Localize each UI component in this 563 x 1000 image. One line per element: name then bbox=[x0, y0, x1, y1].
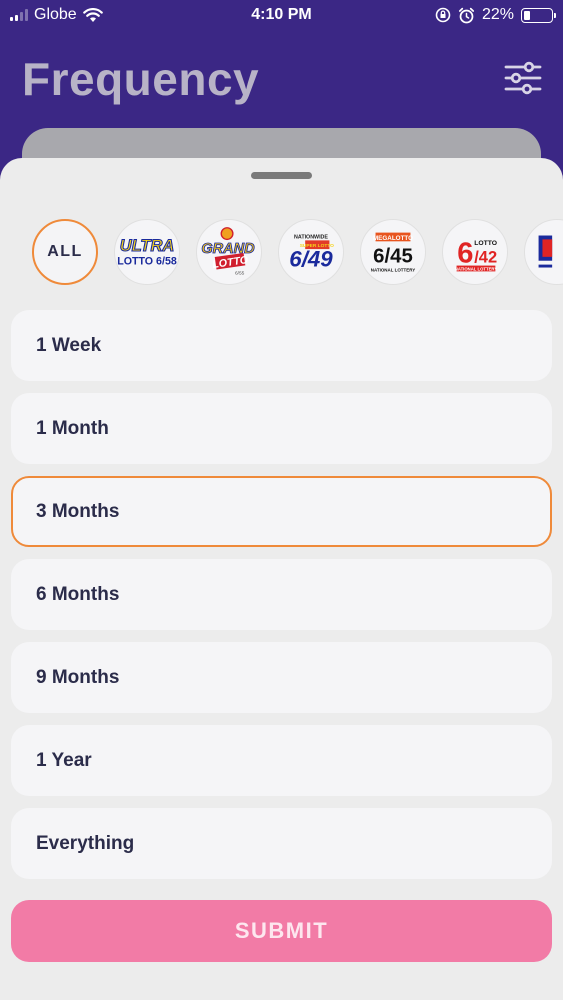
period-label: 1 Month bbox=[36, 417, 109, 439]
period-option-everything[interactable]: Everything bbox=[11, 808, 552, 879]
status-right: 22% bbox=[435, 6, 556, 24]
period-label: 1 Year bbox=[36, 749, 92, 771]
period-label: 6 Months bbox=[36, 583, 120, 605]
svg-text:LOTTO 6/58: LOTTO 6/58 bbox=[117, 256, 177, 268]
period-label: 1 Week bbox=[36, 334, 102, 356]
period-option-1-year[interactable]: 1 Year bbox=[11, 725, 552, 796]
svg-text:6/45: 6/45 bbox=[373, 246, 413, 268]
game-chip-lotto-6-42[interactable]: 6 LOTTO /42 NATIONAL LOTTERY bbox=[442, 219, 508, 285]
mega-lotto-logo: MEGALOTTO 6/45 NATIONAL LOTTERY bbox=[371, 232, 415, 272]
period-label: 9 Months bbox=[36, 666, 120, 688]
rotation-lock-icon bbox=[435, 7, 451, 23]
svg-text:6: 6 bbox=[457, 238, 473, 270]
status-bar: Globe 4:10 PM 22% bbox=[0, 0, 563, 30]
svg-text:/42: /42 bbox=[474, 249, 497, 267]
game-chip-all[interactable]: ALL bbox=[32, 219, 98, 285]
svg-text:6/49: 6/49 bbox=[289, 247, 333, 272]
svg-text:NATIONWIDE: NATIONWIDE bbox=[294, 234, 328, 240]
game-chip-ultra-lotto-6-58[interactable]: ULTRA LOTTO 6/58 bbox=[114, 219, 180, 285]
alarm-icon bbox=[458, 7, 475, 23]
super-lotto-logo: NATIONWIDE SUPER LOTTO 6/49 bbox=[289, 234, 334, 272]
next-game-logo bbox=[538, 235, 553, 268]
period-option-1-month[interactable]: 1 Month bbox=[11, 393, 552, 464]
game-chip-all-label: ALL bbox=[47, 243, 83, 260]
submit-button[interactable]: SUBMIT bbox=[11, 900, 552, 962]
game-chip-grand-lotto-6-55[interactable]: GRAND LOTTO 6/55 bbox=[196, 219, 262, 285]
game-chip-mega-lotto-6-45[interactable]: MEGALOTTO 6/45 NATIONAL LOTTERY bbox=[360, 219, 426, 285]
period-option-1-week[interactable]: 1 Week bbox=[11, 310, 552, 381]
page-title: Frequency bbox=[22, 53, 260, 105]
period-label: Everything bbox=[36, 832, 135, 854]
ultra-lotto-logo: ULTRA LOTTO 6/58 bbox=[117, 236, 177, 268]
lotto-6-42-logo: 6 LOTTO /42 NATIONAL LOTTERY bbox=[455, 238, 498, 272]
battery-percent: 22% bbox=[481, 6, 514, 23]
filter-button[interactable] bbox=[503, 60, 543, 96]
frequency-sheet: ALL ULTRA LOTTO 6/58 GRAND LOTTO 6/55 NA… bbox=[0, 158, 563, 1000]
game-chip-super-lotto-6-49[interactable]: NATIONWIDE SUPER LOTTO 6/49 bbox=[278, 219, 344, 285]
svg-text:LOTTO: LOTTO bbox=[474, 240, 497, 247]
grand-lotto-logo: GRAND LOTTO 6/55 bbox=[201, 227, 256, 276]
sliders-icon bbox=[504, 61, 542, 95]
battery-icon bbox=[521, 7, 556, 23]
game-chip-more[interactable] bbox=[524, 219, 563, 285]
svg-text:6/55: 6/55 bbox=[235, 270, 245, 276]
sheet-drag-handle[interactable] bbox=[251, 172, 312, 179]
game-filter-row[interactable]: ALL ULTRA LOTTO 6/58 GRAND LOTTO 6/55 NA… bbox=[32, 219, 563, 289]
period-option-6-months[interactable]: 6 Months bbox=[11, 559, 552, 630]
svg-text:ULTRA: ULTRA bbox=[120, 237, 175, 255]
period-option-9-months[interactable]: 9 Months bbox=[11, 642, 552, 713]
period-label: 3 Months bbox=[36, 500, 120, 522]
svg-text:MEGALOTTO: MEGALOTTO bbox=[373, 235, 413, 242]
svg-text:NATIONAL LOTTERY: NATIONAL LOTTERY bbox=[455, 266, 498, 271]
svg-text:NATIONAL LOTTERY: NATIONAL LOTTERY bbox=[371, 267, 415, 272]
period-option-3-months[interactable]: 3 Months bbox=[11, 476, 552, 547]
